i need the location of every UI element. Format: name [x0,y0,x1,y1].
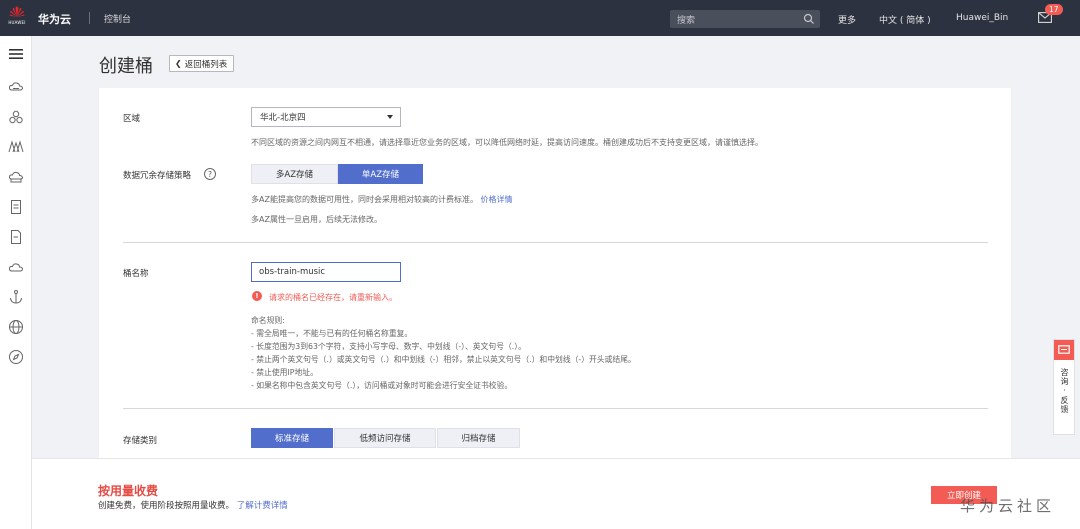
top-navigation-bar: HUAWEI 华为云 控制台 搜索 更多 中文 ( 简体 ) Huawei_Bi… [0,0,1080,36]
help-icon[interactable]: ? [204,168,216,180]
redundancy-label: 数据冗余存储策略 [123,171,192,181]
compass-icon[interactable] [8,349,24,365]
billing-subtitle: 创建免费，使用阶段按照用量收费。 了解计费详情 [98,499,288,511]
huawei-flower-icon [9,6,25,17]
search-input[interactable]: 搜索 [670,10,820,28]
console-link[interactable]: 控制台 [104,12,131,25]
bucket-name-input[interactable]: obs-train-music [251,262,401,282]
infrequent-access-option[interactable]: 低频访问存储 [334,428,436,448]
redundancy-hint: 多AZ能提高您的数据可用性，同时会采用相对较高的计费标准。 价格详情 [251,194,513,205]
redundancy-hint-2: 多AZ属性一旦启用，后续无法修改。 [251,215,382,224]
cloud-server-icon[interactable] [8,79,24,95]
user-menu[interactable]: Huawei_Bin [956,13,1008,23]
naming-rule: - 如果名称中包含英文句号（.），访问桶或对象时可能会进行安全证书校验。 [251,381,513,390]
price-details-link[interactable]: 价格详情 [481,195,513,204]
storage-class-label: 存储类别 [123,436,158,446]
divider [89,12,90,24]
page-title: 创建桶 [99,56,153,77]
redundancy-hint-text: 多AZ能提高您的数据可用性，同时会采用相对较高的计费标准。 [251,195,478,204]
globe-icon[interactable] [8,319,24,335]
section-divider [123,242,988,243]
naming-rule: - 长度范围为3到63个字符，支持小写字母、数字、中划线（-）、英文句号（.）。 [251,342,526,351]
watermark: 华为云社区 [960,497,1056,515]
service-sidebar [0,36,32,529]
more-menu[interactable]: 更多 [838,13,856,26]
naming-rule: - 需全局唯一，不能与已有的任何桶名称重复。 [251,329,413,338]
file-icon[interactable] [8,229,24,245]
billing-footer: 按用量收费 创建免费，使用阶段按照用量收费。 了解计费详情 立即创建 [32,458,1080,529]
document-icon[interactable] [8,199,24,215]
section-divider [123,408,988,409]
naming-rule: - 禁止使用IP地址。 [251,368,318,377]
feedback-float[interactable]: 咨询·反馈 [1053,339,1075,435]
bucket-name-error: 请求的桶名已经存在，请重新输入。 [269,293,397,302]
create-bucket-form: 区域 华北-北京四 不同区域的资源之间内网互不相通，请选择靠近您业务的区域，可以… [99,88,1011,458]
feedback-label: 咨询·反馈 [1060,368,1069,414]
bridge-icon[interactable] [8,139,24,155]
search-icon[interactable] [803,13,815,25]
chevron-left-icon: ❮ [175,59,182,68]
region-value: 华北-北京四 [260,113,306,123]
caret-down-icon [387,115,393,119]
standard-storage-option[interactable]: 标准存储 [251,428,333,448]
menu-icon[interactable] [8,46,24,62]
huawei-logo[interactable]: HUAWEI [6,6,28,30]
naming-rule: - 禁止两个英文句号（.）或英文句号（.）和中划线（-）相邻，禁止以英文句号（.… [251,355,636,364]
cluster-icon[interactable] [8,109,24,125]
archive-storage-option[interactable]: 归档存储 [437,428,520,448]
multi-az-option[interactable]: 多AZ存储 [251,164,338,184]
billing-subtitle-text: 创建免费，使用阶段按照用量收费。 [98,501,235,511]
bucket-name-label: 桶名称 [123,269,149,279]
anchor-icon[interactable] [8,289,24,305]
single-az-option[interactable]: 单AZ存储 [338,164,423,184]
cloud-icon[interactable] [8,259,24,275]
brand-name[interactable]: 华为云 [38,11,71,27]
chat-icon [1054,340,1074,360]
logo-text: HUAWEI [8,20,26,25]
region-hint: 不同区域的资源之间内网互不相通，请选择靠近您业务的区域，可以降低网络时延，提高访… [251,138,763,147]
back-to-bucket-list-button[interactable]: ❮ 返回桶列表 [169,55,235,72]
billing-details-link[interactable]: 了解计费详情 [237,501,288,511]
region-select[interactable]: 华北-北京四 [251,107,401,127]
region-label: 区域 [123,114,141,124]
back-button-label: 返回桶列表 [184,59,228,70]
naming-rule-title: 命名规则: [251,316,285,325]
storage-icon[interactable] [8,169,24,185]
error-icon: ! [252,291,262,301]
language-selector[interactable]: 中文 ( 简体 ) [879,13,931,26]
billing-title: 按用量收费 [98,484,159,498]
search-placeholder: 搜索 [677,15,696,26]
notification-badge: 17 [1045,4,1063,15]
